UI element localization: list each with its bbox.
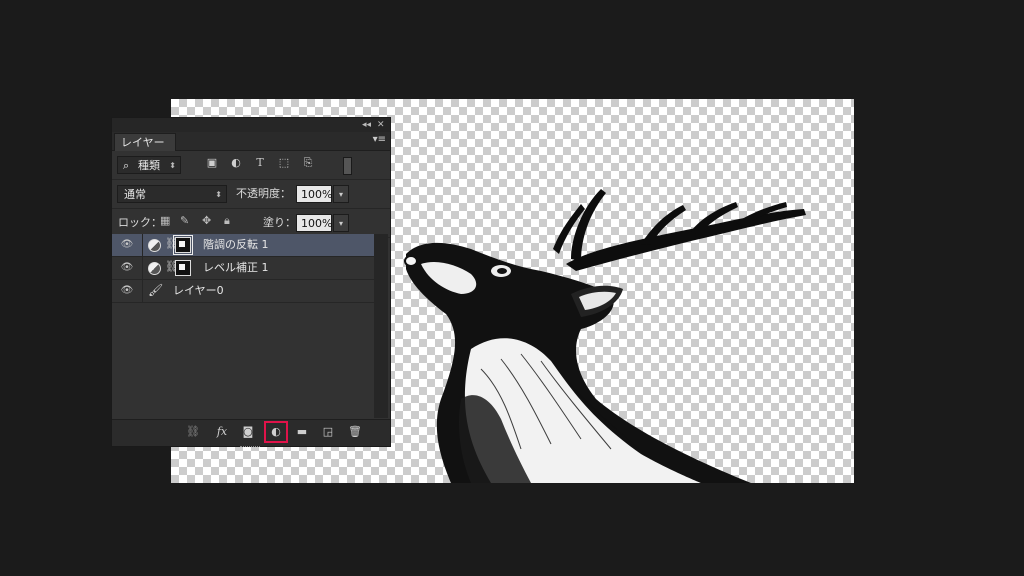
fill-slider-button[interactable]: ▾: [333, 214, 349, 232]
brush-icon: 🖌︎: [148, 283, 164, 297]
link-layers-icon[interactable]: ⛓︎: [184, 424, 202, 440]
visibility-eye-icon[interactable]: 👁︎: [112, 234, 143, 256]
panel-menu-icon[interactable]: ▾≡: [373, 134, 386, 145]
search-icon: ⌕: [123, 159, 130, 172]
layer-row[interactable]: 👁︎ ⛓︎ 階調の反転 1: [112, 234, 374, 257]
layer-list-scrollbar[interactable]: [374, 234, 388, 418]
delete-layer-icon[interactable]: 🗑︎: [346, 424, 364, 440]
adjustment-layer-icon: [148, 239, 161, 252]
blend-mode-select[interactable]: 通常 ⬍: [117, 185, 227, 203]
adjustment-layer-icon: [148, 262, 161, 275]
new-group-icon[interactable]: ▬: [293, 424, 311, 440]
opacity-input[interactable]: 100%: [296, 185, 332, 203]
blend-mode-value: 通常: [124, 188, 146, 201]
blend-row: 通常 ⬍ 不透明度： 100% ▾: [112, 180, 390, 209]
layer-mask-thumbnail[interactable]: [173, 235, 193, 255]
select-arrow-icon: ⬍: [215, 190, 222, 199]
new-layer-icon[interactable]: ◲: [319, 424, 337, 440]
panel-tab-row: レイヤー ▾≡: [112, 132, 390, 151]
filter-kind-label: 種類: [138, 159, 160, 172]
lock-transparency-icon[interactable]: ▦: [160, 214, 170, 227]
shape-filter-icon[interactable]: ⬚: [277, 156, 291, 170]
panel-titlebar[interactable]: ◂◂ ✕: [112, 118, 390, 132]
panel-resize-grip[interactable]: [240, 446, 260, 450]
fill-input[interactable]: 100%: [296, 214, 332, 232]
layer-list: 👁︎ ⛓︎ 階調の反転 1 👁︎ ⛓︎ レベル補正 1 👁︎ 🖌︎ レイヤー0: [112, 234, 374, 418]
select-arrow-icon: ⬍: [169, 161, 176, 170]
collapse-panel-icon[interactable]: ◂◂: [362, 118, 371, 132]
type-filter-icon[interactable]: T: [253, 156, 267, 170]
lock-position-icon[interactable]: ✥: [202, 214, 211, 227]
image-filter-icon[interactable]: ▣: [205, 156, 219, 170]
opacity-slider-button[interactable]: ▾: [333, 185, 349, 203]
fill-label: 塗り：: [263, 216, 296, 229]
add-mask-icon[interactable]: ◙: [239, 424, 257, 440]
visibility-eye-icon[interactable]: 👁︎: [112, 280, 143, 302]
new-adjustment-layer-icon[interactable]: ◐: [264, 421, 288, 443]
layer-mask-thumbnail[interactable]: [175, 260, 191, 276]
filter-row: ⌕ 種類 ⬍ ▣ ◐ T ⬚ ⎘: [112, 151, 390, 180]
layer-row[interactable]: 👁︎ ⛓︎ レベル補正 1: [112, 257, 374, 280]
lock-all-icon[interactable]: 🔒︎: [224, 214, 230, 228]
layer-name[interactable]: 階調の反転 1: [203, 234, 269, 256]
smart-object-filter-icon[interactable]: ⎘: [301, 156, 315, 170]
opacity-label: 不透明度：: [236, 187, 291, 200]
panel-bottom-toolbar: ⛓︎ fx ◙ ◐ ▬ ◲ 🗑︎: [112, 419, 390, 447]
visibility-eye-icon[interactable]: 👁︎: [112, 257, 143, 279]
close-panel-icon[interactable]: ✕: [377, 118, 385, 132]
fx-icon[interactable]: fx: [213, 424, 231, 440]
layer-row[interactable]: 👁︎ 🖌︎ レイヤー0: [112, 280, 374, 303]
filter-toggle-icon[interactable]: [343, 157, 352, 175]
layer-name[interactable]: レイヤー0: [173, 280, 224, 302]
layer-name[interactable]: レベル補正 1: [203, 257, 269, 279]
lock-label: ロック：: [118, 216, 162, 229]
lock-image-pixels-icon[interactable]: ✎: [180, 214, 189, 227]
layers-panel: ◂◂ ✕ レイヤー ▾≡ ⌕ 種類 ⬍ ▣ ◐ T ⬚ ⎘ 通常 ⬍ 不透明度：…: [111, 117, 391, 447]
filter-kind-select[interactable]: ⌕ 種類 ⬍: [117, 156, 181, 174]
adjustment-filter-icon[interactable]: ◐: [229, 156, 243, 170]
tab-layers[interactable]: レイヤー: [114, 133, 176, 151]
